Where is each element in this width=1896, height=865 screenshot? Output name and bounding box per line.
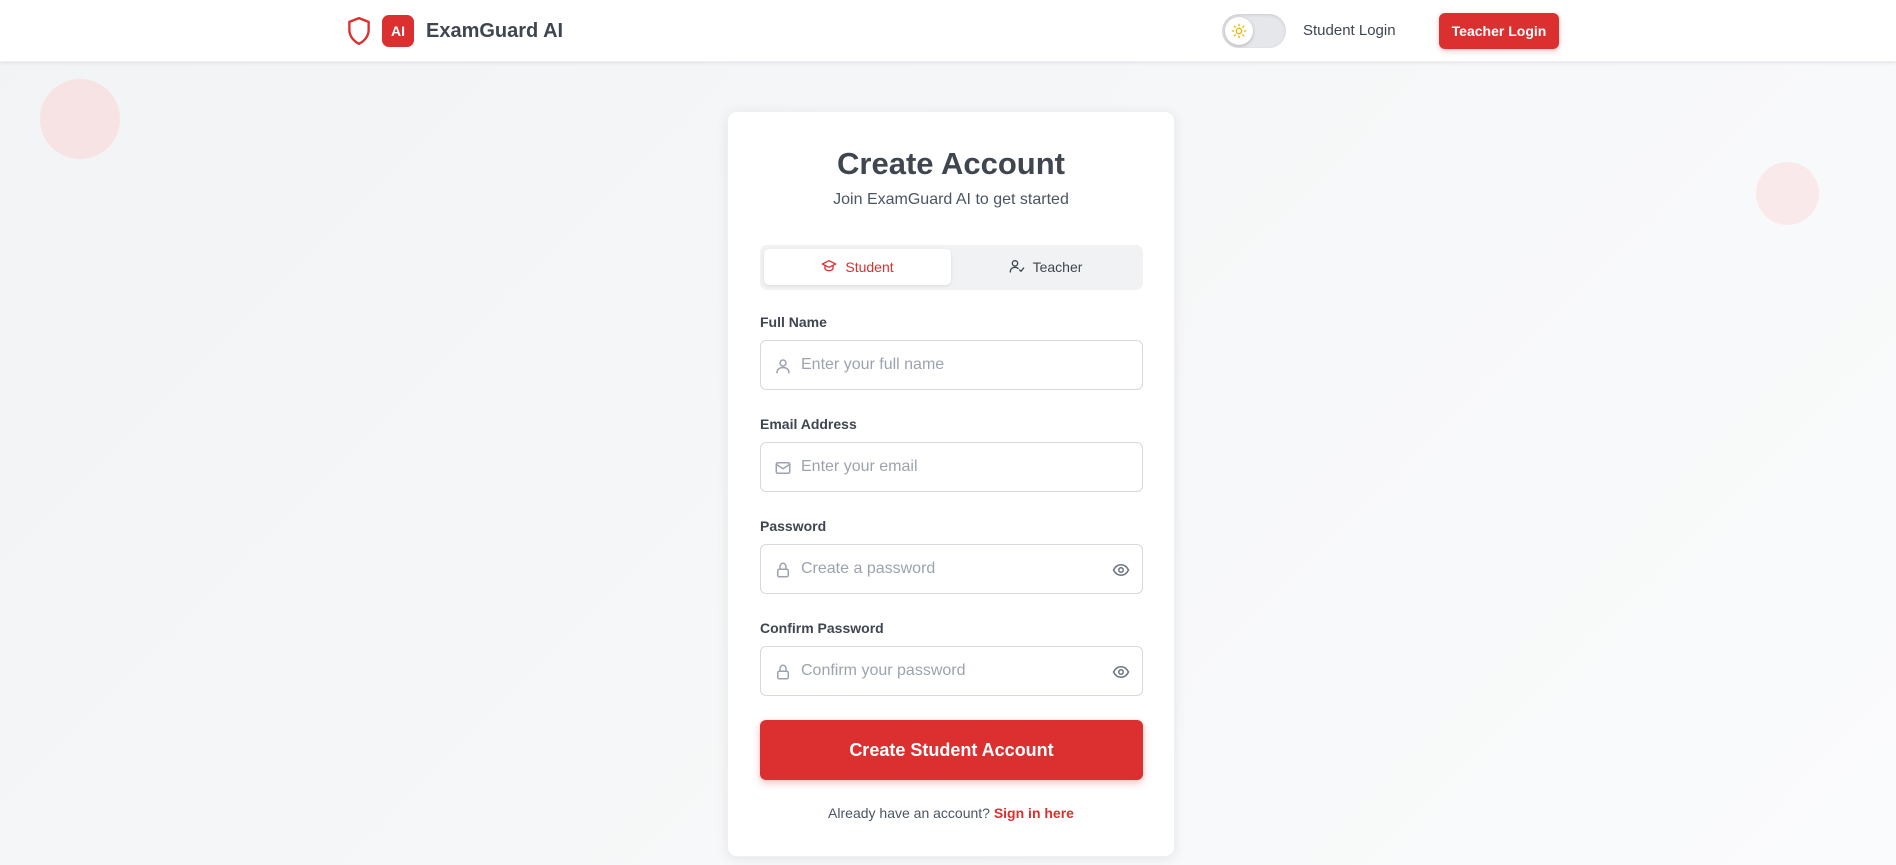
lock-icon [773, 560, 793, 580]
sign-in-link[interactable]: Sign in here [994, 805, 1074, 821]
tab-teacher-label: Teacher [1032, 259, 1083, 275]
tab-student-label: Student [845, 259, 894, 275]
mail-icon [773, 458, 793, 478]
email-input[interactable] [801, 443, 1101, 491]
top-navbar: AI ExamGuard AI Student Login Teacher Lo… [0, 0, 1896, 62]
password-label: Password [760, 518, 827, 534]
email-field [760, 442, 1143, 492]
signin-prompt-text: Already have an account? [828, 805, 990, 821]
teacher-login-button[interactable]: Teacher Login [1439, 13, 1559, 49]
confirm-password-field [760, 646, 1143, 696]
user-icon [773, 356, 793, 376]
full-name-field [760, 340, 1143, 390]
brand-logo[interactable]: AI ExamGuard AI [345, 14, 563, 48]
shield-icon [345, 15, 373, 47]
theme-toggle[interactable] [1222, 14, 1286, 48]
brand-name: ExamGuard AI [426, 19, 564, 42]
lock-icon [773, 662, 793, 682]
graduation-cap-icon [821, 258, 837, 277]
password-input[interactable] [801, 545, 1101, 593]
confirm-password-input[interactable] [801, 647, 1101, 695]
student-login-link[interactable]: Student Login [1303, 19, 1396, 43]
user-check-icon [1009, 258, 1025, 277]
eye-icon[interactable] [1110, 559, 1132, 581]
full-name-input[interactable] [801, 341, 1101, 389]
tab-teacher[interactable]: Teacher [952, 249, 1139, 285]
tab-student[interactable]: Student [764, 249, 951, 285]
decorative-blob [40, 79, 120, 159]
eye-icon[interactable] [1110, 661, 1132, 683]
confirm-password-label: Confirm Password [760, 620, 884, 636]
page-subtitle: Join ExamGuard AI to get started [833, 191, 1069, 208]
create-account-button[interactable]: Create Student Account [760, 720, 1143, 780]
ai-badge: AI [382, 15, 414, 47]
email-label: Email Address [760, 416, 857, 432]
decorative-blob [1756, 162, 1819, 225]
sun-icon [1225, 17, 1253, 45]
password-field [760, 544, 1143, 594]
role-tabs: Student Teacher [760, 245, 1143, 290]
page-title: Create Account [837, 146, 1065, 181]
full-name-label: Full Name [760, 314, 827, 330]
signup-card: Create Account Join ExamGuard AI to get … [727, 111, 1175, 857]
signin-prompt: Already have an account? Sign in here [728, 805, 1174, 821]
